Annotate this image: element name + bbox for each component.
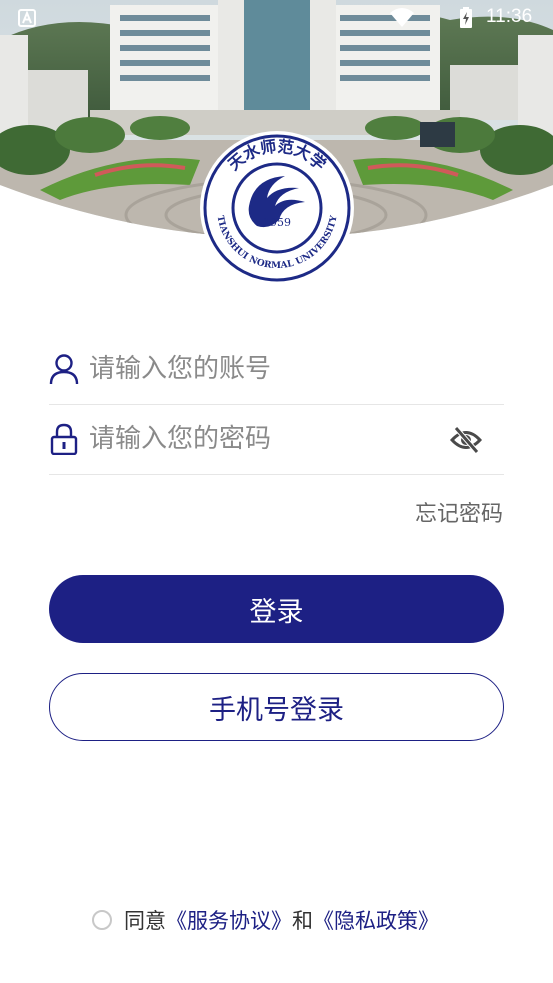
service-agreement-link[interactable]: 《服务协议》: [166, 905, 292, 935]
agreement-row: 同意 《服务协议》 和 《隐私政策》: [92, 905, 439, 935]
password-field: [49, 405, 504, 475]
phone-login-button[interactable]: 手机号登录: [49, 673, 504, 741]
login-button[interactable]: 登录: [49, 575, 504, 643]
android-a-icon: [18, 9, 36, 27]
account-field: [49, 335, 504, 405]
privacy-policy-link[interactable]: 《隐私政策》: [313, 905, 439, 935]
agreement-prefix: 同意: [124, 909, 166, 933]
logo-year: 1959: [263, 216, 291, 229]
eye-off-icon[interactable]: [450, 425, 482, 455]
university-logo: 1959 天水师范大学 TIANSHUI NORMAL UNIVERSITY: [200, 131, 354, 285]
user-icon: [49, 354, 79, 385]
agreement-radio[interactable]: [92, 910, 112, 930]
battery-charging-icon: [460, 7, 472, 28]
forgot-password-link[interactable]: 忘记密码: [415, 496, 503, 528]
status-time: 11:36: [486, 6, 533, 27]
account-input[interactable]: [89, 349, 449, 389]
password-input[interactable]: [89, 419, 449, 459]
lock-icon: [50, 423, 78, 455]
status-bar: 11:36: [0, 0, 553, 36]
wifi-icon: [390, 8, 414, 27]
agreement-conjunction: 和: [292, 909, 313, 933]
